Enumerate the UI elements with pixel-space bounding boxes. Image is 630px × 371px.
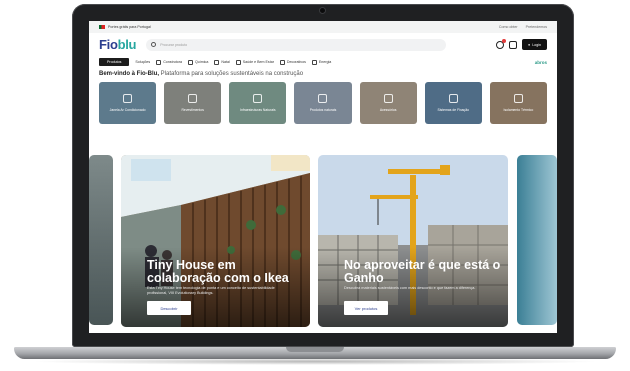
hero-card-tiny-house[interactable]: Tiny House em colaboração com o Ikea Est… [121,155,310,327]
category-card[interactable]: Revestimentos [164,82,222,124]
carousel-prev-card[interactable] [89,155,113,325]
site-header: Fioblu Procurar produto ● Login [89,33,557,56]
topbar-link-intend[interactable]: Pretendemos [526,25,547,29]
topbar-link-how[interactable]: Como obter [499,25,518,29]
header-actions: ● Login [496,38,547,50]
nav-label: Construtora [163,60,182,64]
category-card[interactable]: Produtos naturais [294,82,352,124]
main-nav: Produtos Soluções Construtora Química Na… [89,56,557,68]
category-icon [513,94,523,103]
notification-icon[interactable] [496,38,507,49]
card-title: Tiny House em colaboração com o Ikea [147,258,289,285]
topbar-links: Como obter Pretendemos [499,25,547,29]
nav-label: Química [194,60,209,64]
nav-item-products[interactable]: Produtos [99,58,130,66]
site-logo[interactable]: Fioblu [99,37,136,52]
welcome-bold: Bem-vindo à Fio-Blu, [99,71,159,77]
category-icon [448,94,458,103]
laptop-lid: Portes grátis para Portugal Como obter P… [72,4,574,347]
category-card[interactable]: Isolamento Térmico [489,82,547,124]
logo-accent: blu [117,37,137,52]
card-title: No aproveitar é que está o Ganho [344,258,501,285]
nav-item-christmas[interactable]: Natal [214,59,230,65]
laptop-notch [286,347,344,352]
nav-label: Natal [221,60,230,64]
nav-label: Decorativos [286,60,306,64]
category-icon [253,94,263,103]
nav-item-energy[interactable]: Energia [311,59,332,65]
category-label: Isolamento Térmico [503,108,534,112]
shipping-text: Portes grátis para Portugal [108,25,151,29]
hero-card-construction[interactable]: No aproveitar é que está o Ganho Descubr… [318,155,508,327]
category-icon [318,94,328,103]
login-label: Login [532,42,541,47]
category-label: Acessórios [379,108,397,112]
nav-item-builder[interactable]: Construtora [156,59,182,65]
nav-label: Saúde e Bem Estar [242,60,274,64]
cart-icon[interactable] [509,40,518,49]
hero-carousel: Tiny House em colaboração com o Ikea Est… [89,155,557,333]
nav-item-health[interactable]: Saúde e Bem Estar [235,59,274,65]
category-icon [123,94,133,103]
card-description: Esta Tiny House tem tecnologia de ponta … [147,286,275,295]
category-card[interactable]: Sistemas de Fixação [424,82,482,124]
login-button[interactable]: ● Login [522,39,547,50]
logo-main: Fio [99,37,118,52]
discover-button[interactable]: Descobrir [147,301,191,315]
builder-icon [156,59,162,65]
search-input[interactable]: Procurar produto [146,38,447,51]
portugal-flag-icon [99,25,105,29]
category-label: Revestimentos [181,108,204,112]
nav-item-decor[interactable]: Decorativos [279,59,306,65]
welcome-text: Bem-vindo à Fio-Blu, Plataforma para sol… [89,68,557,77]
see-products-button[interactable]: Ver produtos [344,301,388,315]
christmas-icon [214,59,220,65]
category-icon [383,94,393,103]
category-icon [188,94,198,103]
welcome-rest: Plataforma para soluções sustentáveis na… [159,71,304,77]
nav-item-chemistry[interactable]: Química [187,59,209,65]
category-label: Produtos naturais [309,108,337,112]
notification-badge [502,38,507,43]
user-icon: ● [528,42,531,47]
health-icon [235,59,241,65]
partner-brand[interactable]: abros [535,60,547,65]
energy-icon [311,59,317,65]
nav-item-solutions[interactable]: Soluções [135,60,150,64]
laptop-screen: Portes grátis para Portugal Como obter P… [89,21,557,333]
nav-label: Soluções [135,60,151,64]
category-card[interactable]: Acessórios [359,82,417,124]
carousel-next-card[interactable] [517,155,557,325]
category-label: Janela Ar Condicionado [109,108,146,112]
category-row: Janela Ar Condicionado Revestimentos Inf… [89,77,557,124]
nav-label: Energia [318,60,332,64]
laptop-shadow [30,358,600,365]
search-icon [151,42,157,47]
announcement-bar: Portes grátis para Portugal Como obter P… [89,21,557,33]
category-label: Sistemas de Fixação [437,108,470,112]
category-card[interactable]: Infraestruturas Naturais [229,82,287,124]
camera-dot [320,8,325,13]
card-description: Descubra materiais sustentáveis com mais… [344,286,476,290]
search-placeholder: Procurar produto [160,42,188,47]
chemistry-icon [187,59,193,65]
category-card[interactable]: Janela Ar Condicionado [99,82,157,124]
decor-icon [279,59,285,65]
category-label: Infraestruturas Naturais [240,108,276,112]
